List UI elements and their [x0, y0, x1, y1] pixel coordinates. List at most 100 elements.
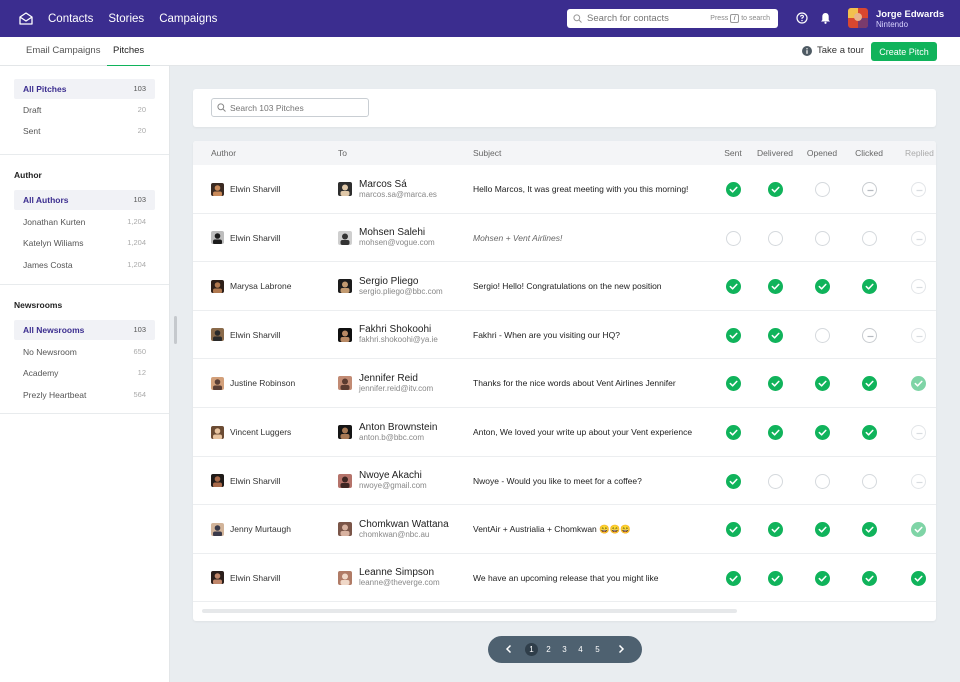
- subject-cell[interactable]: Sergio! Hello! Congratulations on the ne…: [473, 262, 662, 310]
- author-name[interactable]: Jenny Murtaugh: [230, 524, 291, 534]
- sidebar-item-james-costa[interactable]: James Costa 1,204: [14, 255, 155, 275]
- recipient-name[interactable]: Anton Brownstein: [359, 422, 437, 433]
- author-name[interactable]: Elwin Sharvill: [230, 330, 281, 340]
- app-logo-icon[interactable]: [18, 11, 34, 26]
- table-row[interactable]: Elwin Sharvill Nwoye Akachi nwoye@gmail.co…: [193, 457, 936, 506]
- status-clicked-check-circle-icon: [861, 376, 877, 392]
- author-name[interactable]: Elwin Sharvill: [230, 233, 281, 243]
- previous-page-chevron-icon[interactable]: [504, 644, 514, 654]
- sidebar-item-all-pitches[interactable]: All Pitches 103: [14, 79, 155, 99]
- recipient-avatar: [338, 425, 352, 439]
- table-row[interactable]: Elwin Sharvill Mohsen Salehi mohsen@vogue.…: [193, 214, 936, 263]
- user-name[interactable]: Jorge Edwards: [876, 9, 944, 20]
- page-3[interactable]: 3: [558, 643, 571, 656]
- recipient-name[interactable]: Marcos Sá: [359, 179, 437, 190]
- subject-cell[interactable]: Nwoye - Would you like to meet for a cof…: [473, 457, 642, 505]
- sidebar-item-academy[interactable]: Academy 12: [14, 363, 155, 383]
- table-horizontal-scrollbar[interactable]: [202, 609, 737, 613]
- column-sent[interactable]: Sent: [724, 141, 742, 165]
- page-1[interactable]: 1: [525, 643, 538, 656]
- sidebar-item-sent[interactable]: Sent 20: [14, 121, 155, 141]
- subject-cell[interactable]: Thanks for the nice words about Vent Air…: [473, 359, 676, 407]
- author-name[interactable]: Elwin Sharvill: [230, 476, 281, 486]
- author-name[interactable]: Elwin Sharvill: [230, 184, 281, 194]
- column-opened[interactable]: Opened: [807, 141, 837, 165]
- status-delivered-check-circle-icon: [767, 425, 783, 440]
- sidebar-item-draft[interactable]: Draft 20: [14, 100, 155, 120]
- recipient-cell: Jennifer Reid jennifer.reid@itv.com: [338, 359, 433, 407]
- subject-cell[interactable]: Hello Marcos, It was great meeting with …: [473, 165, 688, 213]
- status-replied-dash-circle-icon: [910, 279, 926, 295]
- sidebar-item-count: 103: [133, 195, 146, 204]
- table-row[interactable]: Marysa Labrone Sergio Pliego sergio.pliego…: [193, 262, 936, 311]
- page-5[interactable]: 5: [591, 643, 604, 656]
- status-opened-check-circle-icon: [814, 425, 830, 440]
- subject-cell[interactable]: We have an upcoming release that you mig…: [473, 554, 659, 602]
- pitch-search-input[interactable]: [230, 102, 360, 113]
- sidebar-item-count: 103: [133, 325, 146, 334]
- recipient-cell: Sergio Pliego sergio.pliego@bbc.com: [338, 262, 443, 310]
- sidebar-item-all-newsrooms[interactable]: All Newsrooms 103: [14, 320, 155, 340]
- recipient-name[interactable]: Fakhri Shokoohi: [359, 324, 438, 335]
- contact-search[interactable]: Press / to search: [567, 9, 778, 28]
- nav-contacts[interactable]: Contacts: [48, 13, 93, 25]
- sidebar-item-no-newsroom[interactable]: No Newsroom 650: [14, 342, 155, 362]
- subject-cell[interactable]: Anton, We loved your write up about your…: [473, 408, 692, 456]
- status-replied-dash-circle-icon: [910, 327, 926, 343]
- sidebar-item-count: 1,204: [127, 216, 146, 226]
- page-2[interactable]: 2: [542, 643, 555, 656]
- recipient-name[interactable]: Leanne Simpson: [359, 567, 440, 578]
- sidebar-item-jonathan-kurten[interactable]: Jonathan Kurten 1,204: [14, 212, 155, 232]
- help-icon[interactable]: [796, 12, 808, 24]
- sidebar-item-katelyn-wiliams[interactable]: Katelyn Wiliams 1,204: [14, 233, 155, 253]
- status-clicked-dash-circle-icon: [861, 182, 877, 197]
- table-row[interactable]: Jenny Murtaugh Chomkwan Wattana chomkwan@n…: [193, 505, 936, 554]
- column-subject[interactable]: Subject: [473, 141, 501, 165]
- recipient-name[interactable]: Mohsen Salehi: [359, 227, 435, 238]
- table-row[interactable]: Justine Robinson Jennifer Reid jennifer.re…: [193, 359, 936, 408]
- author-name[interactable]: Vincent Luggers: [230, 427, 291, 437]
- column-clicked[interactable]: Clicked: [855, 141, 883, 165]
- tab-email-campaigns[interactable]: Email Campaigns: [26, 37, 100, 66]
- notifications-bell-icon[interactable]: [820, 12, 831, 24]
- subject-cell[interactable]: VentAir + Austrialia + Chomkwan 😄😄😄: [473, 505, 631, 553]
- search-icon: [573, 14, 582, 23]
- pitch-search-card: [193, 89, 936, 127]
- sidebar-resize-handle[interactable]: [174, 316, 177, 344]
- next-page-chevron-icon[interactable]: [616, 644, 626, 654]
- status-clicked-empty-circle-icon: [861, 473, 877, 489]
- recipient-name[interactable]: Jennifer Reid: [359, 373, 433, 384]
- column-to[interactable]: To: [338, 141, 347, 165]
- subject-cell[interactable]: Fakhri - When are you visiting our HQ?: [473, 311, 620, 359]
- recipient-name[interactable]: Chomkwan Wattana: [359, 519, 449, 530]
- column-replied[interactable]: Replied: [905, 141, 934, 165]
- column-delivered[interactable]: Delivered: [757, 141, 793, 165]
- table-row[interactable]: Elwin Sharvill Leanne Simpson leanne@theve…: [193, 554, 936, 603]
- create-pitch-button[interactable]: Create Pitch: [871, 42, 937, 61]
- sidebar-item-label: All Pitches: [23, 84, 67, 94]
- subject-cell[interactable]: Mohsen + Vent Airlines!: [473, 214, 562, 262]
- author-name[interactable]: Justine Robinson: [230, 378, 295, 388]
- pitch-search-box[interactable]: [211, 98, 369, 117]
- tab-pitches[interactable]: Pitches: [106, 37, 151, 67]
- take-a-tour-link[interactable]: Take a tour: [802, 45, 864, 56]
- sidebar-item-prezly-heartbeat[interactable]: Prezly Heartbeat 564: [14, 385, 155, 405]
- nav-stories[interactable]: Stories: [108, 13, 144, 25]
- nav-campaigns[interactable]: Campaigns: [159, 13, 217, 25]
- table-row[interactable]: Vincent Luggers Anton Brownstein anton.b@b…: [193, 408, 936, 457]
- author-cell: Justine Robinson: [211, 359, 295, 407]
- column-author[interactable]: Author: [211, 141, 236, 165]
- contact-search-input[interactable]: [587, 13, 707, 24]
- page-4[interactable]: 4: [574, 643, 587, 656]
- recipient-name[interactable]: Nwoye Akachi: [359, 470, 427, 481]
- status-opened-check-circle-icon: [814, 279, 830, 295]
- author-name[interactable]: Elwin Sharvill: [230, 573, 281, 583]
- sidebar-item-all-authors[interactable]: All Authors 103: [14, 190, 155, 210]
- table-row[interactable]: Elwin Sharvill Marcos Sá marcos.sa@marca.e…: [193, 165, 936, 214]
- status-opened-empty-circle-icon: [814, 182, 830, 197]
- author-avatar: [211, 279, 224, 293]
- user-avatar[interactable]: [848, 8, 868, 28]
- table-row[interactable]: Elwin Sharvill Fakhri Shokoohi fakhri.shok…: [193, 311, 936, 360]
- recipient-name[interactable]: Sergio Pliego: [359, 276, 443, 287]
- author-name[interactable]: Marysa Labrone: [230, 281, 291, 291]
